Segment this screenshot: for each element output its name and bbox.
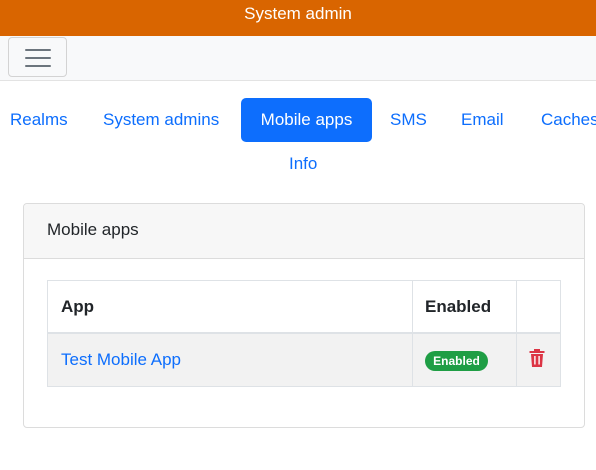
table-row: Test Mobile App Enabled bbox=[48, 334, 560, 386]
navbar bbox=[0, 36, 596, 81]
app-link[interactable]: Test Mobile App bbox=[61, 350, 181, 370]
trash-icon[interactable] bbox=[529, 349, 545, 367]
card-header: Mobile apps bbox=[24, 204, 584, 259]
mobile-apps-table: App Enabled Test Mobile App Enabled bbox=[47, 280, 561, 387]
hamburger-menu-icon bbox=[25, 49, 51, 51]
card-title: Mobile apps bbox=[47, 220, 139, 239]
status-badge: Enabled bbox=[425, 351, 488, 371]
tab-email[interactable]: Email bbox=[461, 110, 504, 130]
enabled-cell: Enabled bbox=[412, 334, 516, 386]
page-title: System admin bbox=[244, 4, 352, 23]
tab-mobile-apps[interactable]: Mobile apps bbox=[241, 98, 372, 142]
app-header: System admin bbox=[0, 0, 596, 36]
column-header-app: App bbox=[61, 297, 95, 316]
tab-system-admins[interactable]: System admins bbox=[103, 110, 219, 130]
column-divider bbox=[412, 281, 413, 386]
tab-info[interactable]: Info bbox=[289, 154, 317, 174]
column-divider bbox=[516, 281, 517, 386]
table-header-row: App Enabled bbox=[48, 281, 560, 334]
tab-realms[interactable]: Realms bbox=[10, 110, 68, 130]
tab-sms[interactable]: SMS bbox=[390, 110, 427, 130]
actions-cell bbox=[516, 334, 560, 386]
hamburger-menu-button[interactable] bbox=[8, 37, 67, 77]
column-header-enabled: Enabled bbox=[425, 297, 492, 316]
tab-caches[interactable]: Caches bbox=[541, 110, 596, 130]
